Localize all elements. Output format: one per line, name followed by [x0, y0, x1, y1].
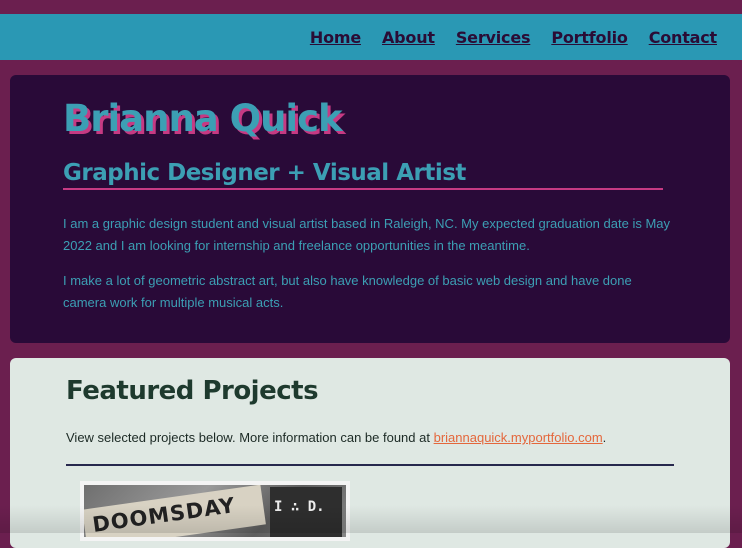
section-divider: [66, 464, 674, 466]
hero-subtitle: Graphic Designer + Visual Artist: [63, 159, 663, 190]
nav-link-portfolio[interactable]: Portfolio: [551, 28, 628, 47]
featured-projects-description: View selected projects below. More infor…: [66, 430, 606, 445]
project-thumbnail-image: DOOMSDAY I ∴ D.: [84, 485, 346, 537]
featured-projects-heading: Featured Projects: [66, 376, 319, 406]
nav-link-services[interactable]: Services: [456, 28, 531, 47]
nav-link-home[interactable]: Home: [310, 28, 361, 47]
top-navigation: Home About Services Portfolio Contact: [0, 14, 742, 60]
intro-paragraph-1: I am a graphic design student and visual…: [63, 216, 671, 253]
nav-link-about[interactable]: About: [382, 28, 435, 47]
intro-section: Brianna Quick Graphic Designer + Visual …: [10, 75, 730, 343]
nav-link-contact[interactable]: Contact: [649, 28, 718, 47]
description-suffix: .: [602, 430, 607, 445]
site-owner-name: Brianna Quick: [63, 97, 343, 140]
portfolio-link[interactable]: briannaquick.myportfolio.com: [434, 430, 603, 445]
project-thumbnail[interactable]: DOOMSDAY I ∴ D.: [80, 481, 350, 541]
thumbnail-collage-letters: I ∴ D.: [274, 499, 325, 515]
featured-projects-section: Featured Projects View selected projects…: [10, 358, 730, 548]
description-prefix: View selected projects below. More infor…: [66, 430, 434, 445]
intro-paragraph-2: I make a lot of geometric abstract art, …: [63, 273, 632, 310]
